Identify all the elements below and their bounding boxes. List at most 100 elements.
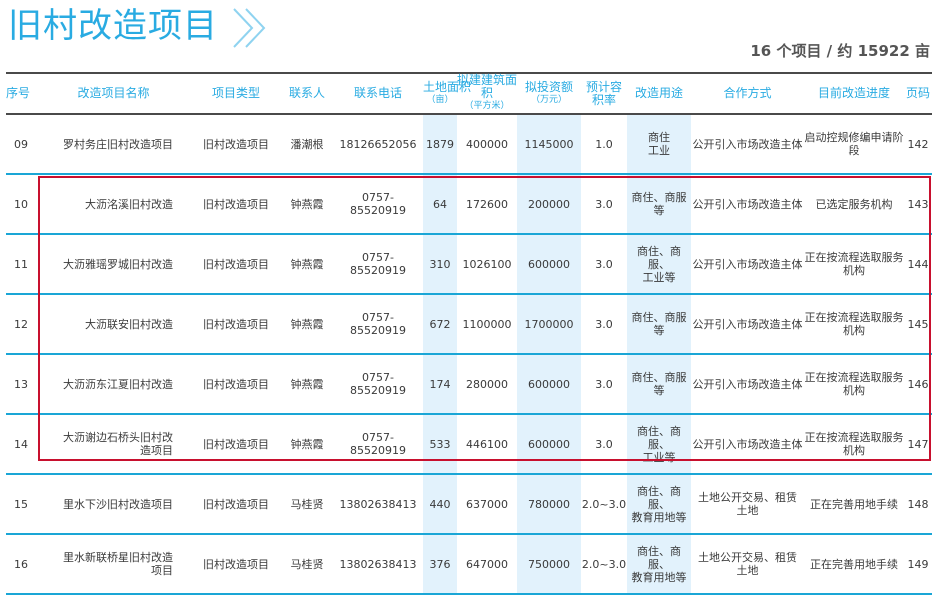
cell-contact: 钟燕霞 [281,294,333,355]
cell-ratio: 2.0~3.0 [581,474,627,535]
cell-coop: 土地公开交易、租赁 土地 [691,534,804,595]
col-header-type: 项目类型 [191,72,281,115]
cell-invest: 200000 [517,174,581,235]
cell-invest: 600000 [517,234,581,295]
project-summary: 16 个项目 / 约 15922 亩 [750,42,930,60]
cell-coop: 公开引入市场改造主体 [691,174,804,235]
cell-usage: 商住、商服、 工业等 [627,234,691,295]
table-header-row: 序号 改造项目名称 项目类型 联系人 联系电话 土地面积 （亩） 拟建建筑面积 （平… [6,72,932,115]
cell-land: 174 [423,354,457,415]
cell-invest: 750000 [517,534,581,595]
col-header-coop: 合作方式 [691,72,804,115]
cell-progress: 启动控规修编申请阶段 [804,114,904,175]
cell-seq: 14 [6,414,36,475]
cell-ratio: 3.0 [581,354,627,415]
cell-build: 637000 [457,474,517,535]
cell-phone: 0757- 85520919 [333,174,423,235]
col-header-page: 页码 [904,72,932,115]
cell-coop: 公开引入市场改造主体 [691,234,804,295]
cell-name: 大沥联安旧村改造 [36,294,191,355]
cell-usage: 商住、商服、 教育用地等 [627,474,691,535]
cell-usage: 商住、商服、 工业等 [627,414,691,475]
cell-land: 376 [423,534,457,595]
cell-contact: 马桂贤 [281,534,333,595]
table-row: 09 罗村务庄旧村改造项目 旧村改造项目 潘潮根 18126652056 1879 4000… [6,114,932,175]
cell-contact: 马桂贤 [281,474,333,535]
cell-invest: 1145000 [517,114,581,175]
cell-phone: 13802638413 [333,474,423,535]
cell-name: 大沥谢边石桥头旧村改 造项目 [36,414,191,475]
cell-seq: 12 [6,294,36,355]
cell-ratio: 1.0 [581,114,627,175]
cell-phone: 13802638413 [333,534,423,595]
col-header-name: 改造项目名称 [36,72,191,115]
cell-name: 里水下沙旧村改造项目 [36,474,191,535]
col-header-investment: 拟投资额 （万元） [517,72,581,115]
cell-ratio: 3.0 [581,294,627,355]
cell-coop: 公开引入市场改造主体 [691,114,804,175]
cell-land: 64 [423,174,457,235]
page-title: 旧村改造项目 [8,6,218,46]
cell-coop: 公开引入市场改造主体 [691,294,804,355]
cell-progress: 正在完善用地手续 [804,474,904,535]
page-header: 旧村改造项目 16 个项目 / 约 15922 亩 [0,0,938,68]
cell-build: 1100000 [457,294,517,355]
cell-page: 149 [904,534,932,595]
cell-seq: 11 [6,234,36,295]
col-header-phone: 联系电话 [333,72,423,115]
cell-progress: 正在按流程选取服务机构 [804,294,904,355]
cell-progress: 正在完善用地手续 [804,534,904,595]
cell-build: 280000 [457,354,517,415]
cell-type: 旧村改造项目 [191,234,281,295]
cell-page: 147 [904,414,932,475]
cell-name: 大沥洺溪旧村改造 [36,174,191,235]
cell-progress: 正在按流程选取服务机构 [804,354,904,415]
cell-type: 旧村改造项目 [191,114,281,175]
cell-type: 旧村改造项目 [191,534,281,595]
cell-page: 144 [904,234,932,295]
cell-type: 旧村改造项目 [191,414,281,475]
cell-page: 146 [904,354,932,415]
cell-name: 大沥沥东江夏旧村改造 [36,354,191,415]
cell-land: 440 [423,474,457,535]
table-row: 13 大沥沥东江夏旧村改造 旧村改造项目 钟燕霞 0757- 85520919 174 280… [6,354,932,415]
cell-contact: 潘潮根 [281,114,333,175]
cell-ratio: 3.0 [581,174,627,235]
cell-ratio: 3.0 [581,234,627,295]
cell-phone: 0757- 85520919 [333,294,423,355]
cell-phone: 18126652056 [333,114,423,175]
col-header-build-area: 拟建建筑面积 （平方米） [457,72,517,115]
cell-coop: 公开引入市场改造主体 [691,414,804,475]
table-row: 15 里水下沙旧村改造项目 旧村改造项目 马桂贤 13802638413 440 63700… [6,474,932,535]
cell-usage: 商住 工业 [627,114,691,175]
cell-seq: 13 [6,354,36,415]
cell-usage: 商住、商服等 [627,294,691,355]
cell-phone: 0757- 85520919 [333,414,423,475]
cell-progress: 正在按流程选取服务机构 [804,414,904,475]
cell-seq: 16 [6,534,36,595]
cell-contact: 钟燕霞 [281,354,333,415]
cell-progress: 已选定服务机构 [804,174,904,235]
cell-type: 旧村改造项目 [191,294,281,355]
cell-build: 400000 [457,114,517,175]
cell-page: 142 [904,114,932,175]
col-header-plot-ratio: 预计容积率 [581,72,627,115]
cell-seq: 10 [6,174,36,235]
cell-seq: 09 [6,114,36,175]
col-header-progress: 目前改造进度 [804,72,904,115]
cell-page: 148 [904,474,932,535]
table-row: 16 里水新联桥星旧村改造 项目 旧村改造项目 马桂贤 13802638413 376 647… [6,534,932,595]
cell-land: 533 [423,414,457,475]
cell-land: 310 [423,234,457,295]
cell-name: 罗村务庄旧村改造项目 [36,114,191,175]
cell-contact: 钟燕霞 [281,234,333,295]
cell-invest: 1700000 [517,294,581,355]
cell-usage: 商住、商服等 [627,174,691,235]
cell-name: 大沥雅瑶罗城旧村改造 [36,234,191,295]
cell-page: 143 [904,174,932,235]
cell-type: 旧村改造项目 [191,174,281,235]
cell-invest: 600000 [517,354,581,415]
cell-land: 672 [423,294,457,355]
cell-contact: 钟燕霞 [281,174,333,235]
cell-ratio: 3.0 [581,414,627,475]
